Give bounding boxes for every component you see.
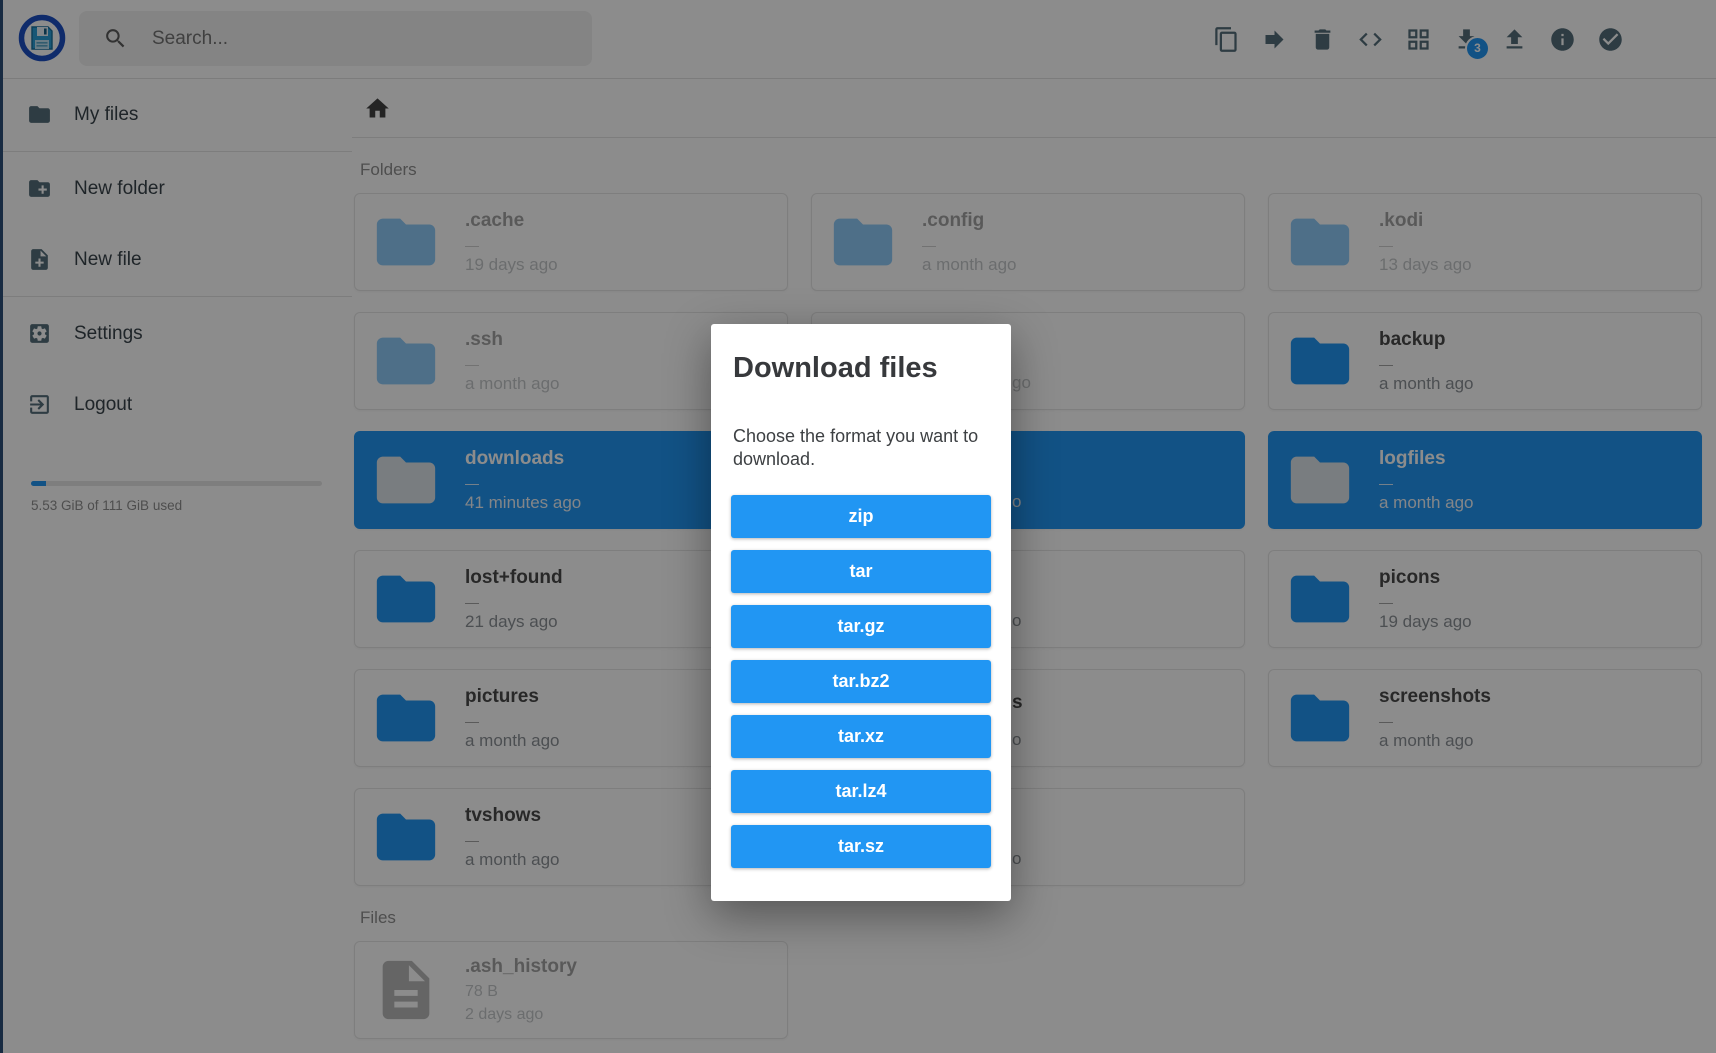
format-button-tar-bz2[interactable]: tar.bz2 [731,660,991,703]
format-button-tar-sz[interactable]: tar.sz [731,825,991,868]
download-files-modal: Download files Choose the format you wan… [711,324,1011,901]
format-button-zip[interactable]: zip [731,495,991,538]
format-button-tar[interactable]: tar [731,550,991,593]
format-button-tar-lz4[interactable]: tar.lz4 [731,770,991,813]
format-button-tar-xz[interactable]: tar.xz [731,715,991,758]
modal-title: Download files [733,352,991,385]
filebrowser-app: 3 My files New folder New file [0,0,1716,1053]
format-button-tar-gz[interactable]: tar.gz [731,605,991,648]
modal-description: Choose the format you want to download. [733,425,983,471]
